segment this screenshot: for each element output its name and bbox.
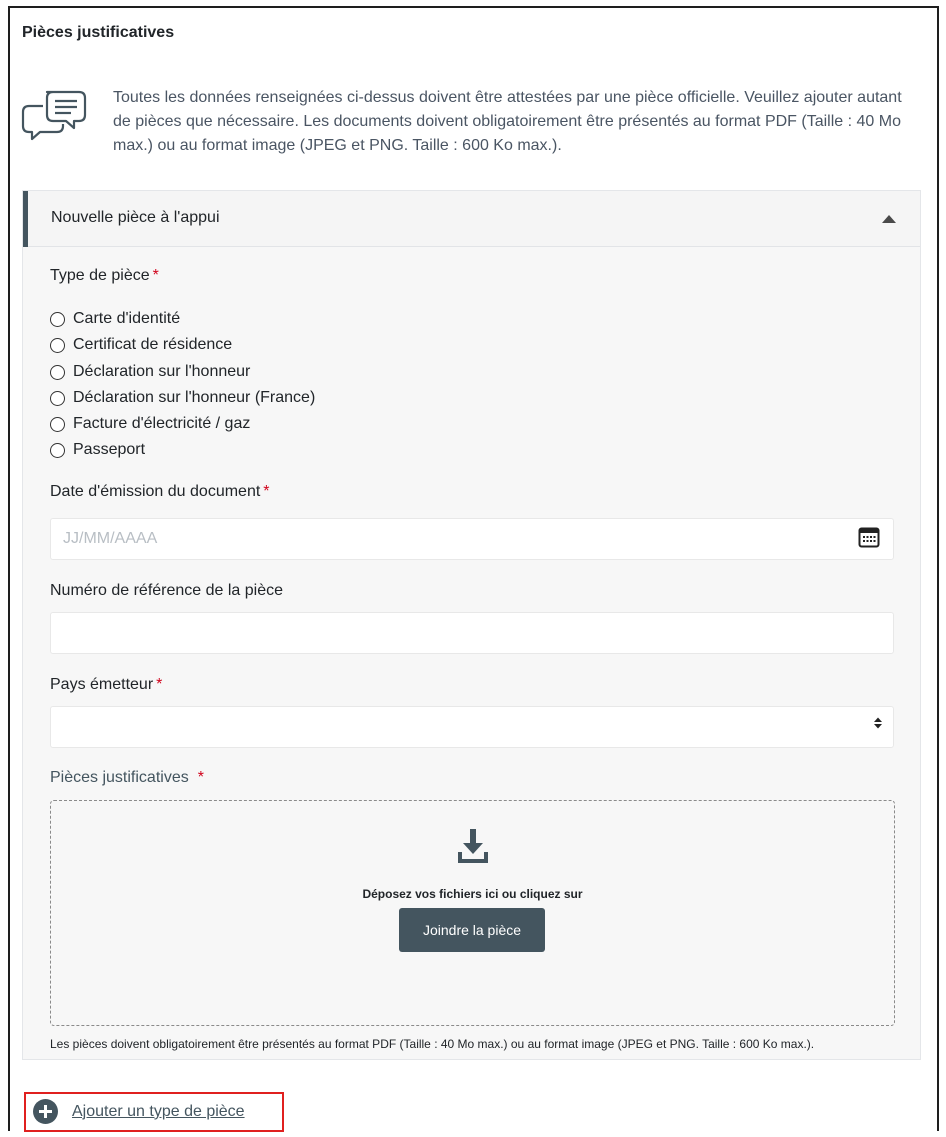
radio-label: Carte d'identité xyxy=(73,310,181,327)
panel-header[interactable]: Nouvelle pièce à l'appui xyxy=(23,191,920,247)
radio-certificat-residence[interactable]: Certificat de résidence xyxy=(50,334,232,356)
attachments-label: Pièces justificatives * xyxy=(50,769,204,787)
add-document-type-link[interactable]: Ajouter un type de pièce xyxy=(33,1099,245,1124)
dropzone-text: Déposez vos fichiers ici ou cliquez sur xyxy=(362,887,583,901)
reference-label: Numéro de référence de la pièce xyxy=(50,582,284,599)
select-arrows-icon xyxy=(874,717,882,729)
date-input[interactable] xyxy=(50,518,894,560)
section-title: Pièces justificatives xyxy=(22,24,175,41)
attachments-label-text: Pièces justificatives xyxy=(50,769,189,786)
required-mark: * xyxy=(156,676,163,693)
radio-button[interactable] xyxy=(50,416,65,432)
radio-declaration-honneur-france[interactable]: Déclaration sur l'honneur (France) xyxy=(50,387,315,409)
radio-carte-identite[interactable]: Carte d'identité xyxy=(50,308,180,330)
caret-up-icon[interactable] xyxy=(882,215,896,223)
radio-label: Certificat de résidence xyxy=(73,336,233,353)
add-document-type-label: Ajouter un type de pièce xyxy=(72,1102,245,1120)
radio-label: Déclaration sur l'honneur xyxy=(73,363,251,380)
chat-bubbles-icon xyxy=(21,90,87,141)
radio-facture-electricite-gaz[interactable]: Facture d'électricité / gaz xyxy=(50,413,250,435)
country-label-text: Pays émetteur xyxy=(50,676,154,693)
reference-input[interactable] xyxy=(50,612,894,654)
required-mark: * xyxy=(263,483,270,500)
attach-file-button[interactable]: Joindre la pièce xyxy=(399,908,545,952)
radio-declaration-honneur[interactable]: Déclaration sur l'honneur xyxy=(50,361,250,383)
document-panel: Nouvelle pièce à l'appui Type de pièce * … xyxy=(22,190,921,1060)
radio-button[interactable] xyxy=(50,390,65,406)
radio-button[interactable] xyxy=(50,364,65,380)
radio-passeport[interactable]: Passeport xyxy=(50,439,145,461)
type-label: Type de pièce * xyxy=(50,267,159,285)
file-format-note: Les pièces doivent obligatoirement être … xyxy=(50,1037,815,1051)
panel-title: Nouvelle pièce à l'appui xyxy=(51,209,220,226)
panel-accent-bar xyxy=(23,191,28,247)
date-label-text: Date d'émission du document xyxy=(50,483,261,500)
radio-label: Déclaration sur l'honneur (France) xyxy=(73,389,316,406)
country-select[interactable] xyxy=(50,706,894,748)
radio-label: Facture d'électricité / gaz xyxy=(73,415,251,432)
calendar-icon[interactable] xyxy=(858,526,880,548)
type-label-text: Type de pièce xyxy=(50,267,150,284)
radio-button[interactable] xyxy=(50,337,65,353)
country-label: Pays émetteur * xyxy=(50,676,162,694)
radio-label: Passeport xyxy=(73,441,146,458)
date-label: Date d'émission du document * xyxy=(50,483,270,501)
radio-button[interactable] xyxy=(50,442,65,458)
file-dropzone[interactable]: Déposez vos fichiers ici ou cliquez sur … xyxy=(50,800,895,1026)
plus-circle-icon xyxy=(33,1099,58,1124)
required-mark: * xyxy=(152,267,159,284)
required-mark: * xyxy=(197,769,204,786)
download-icon xyxy=(458,829,488,863)
radio-button[interactable] xyxy=(50,311,65,327)
info-text: Toutes les données renseignées ci-dessus… xyxy=(113,89,902,154)
